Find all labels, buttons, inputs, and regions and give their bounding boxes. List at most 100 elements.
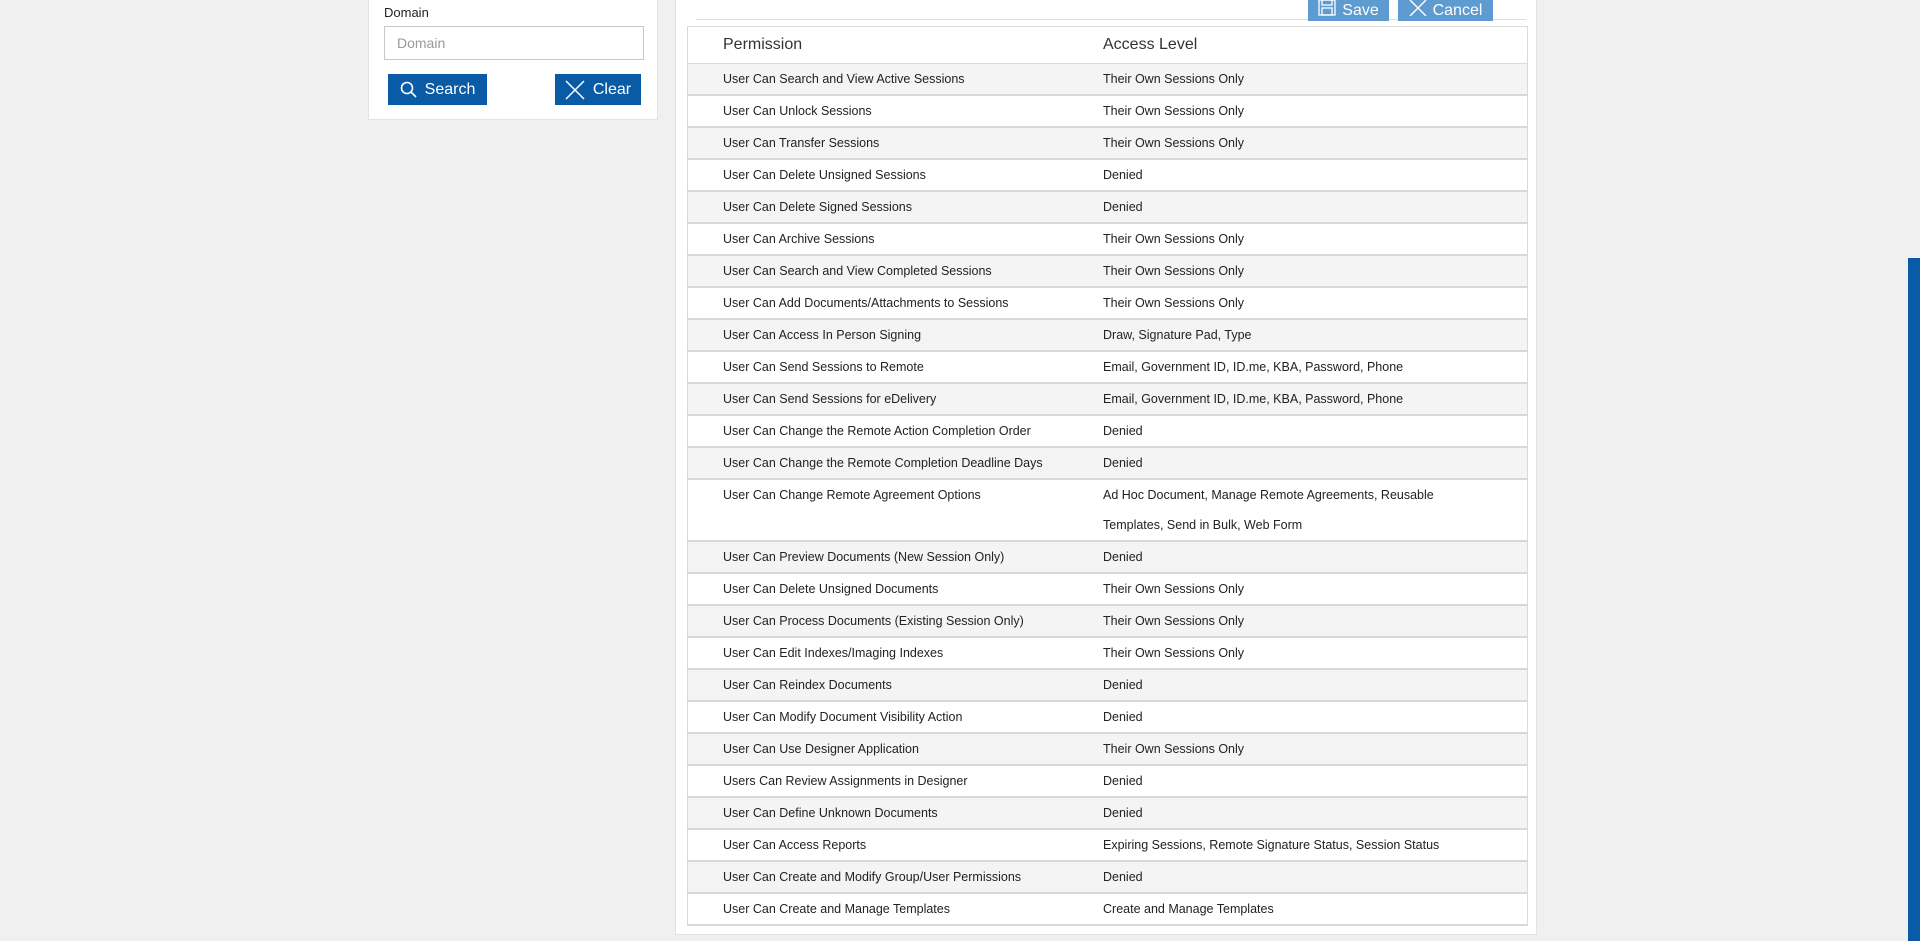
save-icon xyxy=(1318,0,1336,21)
table-row: User Can Archive Sessions Their Own Sessi… xyxy=(687,223,1528,256)
table-row: User Can Transfer Sessions Their Own Sess… xyxy=(687,127,1528,160)
table-row: User Can Preview Documents (New Session … xyxy=(687,541,1528,574)
permission-cell: Users Can Review Assignments in Designer xyxy=(687,765,1088,798)
search-button-label: Search xyxy=(424,80,476,98)
permission-cell: User Can Define Unknown Documents xyxy=(687,797,1088,830)
close-icon xyxy=(1409,0,1427,21)
access-level-cell: Denied xyxy=(1088,415,1528,448)
access-level-cell: Their Own Sessions Only xyxy=(1088,127,1528,160)
save-button[interactable]: Save xyxy=(1308,0,1389,21)
access-level-cell: Email, Government ID, ID.me, KBA, Passwo… xyxy=(1088,351,1528,384)
access-level-cell: Denied xyxy=(1088,541,1528,574)
permission-column-header: Permission xyxy=(687,26,1088,64)
access-level-cell: Denied xyxy=(1088,159,1528,192)
access-level-cell: Email, Government ID, ID.me, KBA, Passwo… xyxy=(1088,383,1528,416)
permission-cell: User Can Transfer Sessions xyxy=(687,127,1088,160)
domain-input[interactable] xyxy=(384,26,644,60)
table-row: User Can Process Documents (Existing Ses… xyxy=(687,605,1528,638)
permissions-panel: Save Cancel Permission Access Level User… xyxy=(675,0,1537,935)
access-level-cell: Their Own Sessions Only xyxy=(1088,255,1528,288)
close-icon xyxy=(565,79,585,100)
permission-cell: User Can Reindex Documents xyxy=(687,669,1088,702)
permission-cell: User Can Access In Person Signing xyxy=(687,319,1088,352)
access-level-cell: Their Own Sessions Only xyxy=(1088,605,1528,638)
table-row: User Can Create and Modify Group/User Pe… xyxy=(687,861,1528,894)
scroll-indicator[interactable] xyxy=(1908,258,1920,941)
access-level-cell: Denied xyxy=(1088,447,1528,480)
table-row: User Can Add Documents/Attachments to Se… xyxy=(687,287,1528,320)
access-level-cell: Their Own Sessions Only xyxy=(1088,63,1528,96)
access-level-cell: Their Own Sessions Only xyxy=(1088,287,1528,320)
permission-cell: User Can Edit Indexes/Imaging Indexes xyxy=(687,637,1088,670)
permission-cell: User Can Search and View Completed Sessi… xyxy=(687,255,1088,288)
table-row: User Can Create and Manage Templates Crea… xyxy=(687,893,1528,926)
table-row: User Can Change the Remote Action Comple… xyxy=(687,415,1528,448)
search-panel: Domain Search Clear xyxy=(368,0,658,120)
permission-cell: User Can Delete Signed Sessions xyxy=(687,191,1088,224)
clear-button-label: Clear xyxy=(592,80,632,98)
permission-cell: User Can Search and View Active Sessions xyxy=(687,63,1088,96)
permission-cell: User Can Send Sessions to Remote xyxy=(687,351,1088,384)
access-level-cell: Denied xyxy=(1088,765,1528,798)
access-level-cell: Denied xyxy=(1088,669,1528,702)
permission-cell: User Can Create and Manage Templates xyxy=(687,893,1088,926)
permission-cell: User Can Modify Document Visibility Acti… xyxy=(687,701,1088,734)
table-row: User Can Search and View Active Sessions… xyxy=(687,63,1528,96)
cancel-button[interactable]: Cancel xyxy=(1398,0,1493,21)
permission-cell: User Can Change Remote Agreement Options xyxy=(687,479,1088,542)
save-button-label: Save xyxy=(1342,1,1379,19)
access-level-column-header: Access Level xyxy=(1088,26,1528,64)
access-level-cell: Their Own Sessions Only xyxy=(1088,95,1528,128)
table-row: User Can Delete Unsigned Documents Their … xyxy=(687,573,1528,606)
permission-cell: User Can Delete Unsigned Documents xyxy=(687,573,1088,606)
table-row: User Can Use Designer Application Their O… xyxy=(687,733,1528,766)
table-row: User Can Define Unknown Documents Denied xyxy=(687,797,1528,830)
table-row: User Can Delete Signed Sessions Denied xyxy=(687,191,1528,224)
access-level-cell: Denied xyxy=(1088,861,1528,894)
table-row: User Can Send Sessions for eDelivery Emai… xyxy=(687,383,1528,416)
permission-cell: User Can Access Reports xyxy=(687,829,1088,862)
permission-cell: User Can Process Documents (Existing Ses… xyxy=(687,605,1088,638)
access-level-cell: Denied xyxy=(1088,701,1528,734)
search-button[interactable]: Search xyxy=(388,74,487,105)
clear-button[interactable]: Clear xyxy=(555,74,641,105)
table-row: User Can Access In Person Signing Draw, S… xyxy=(687,319,1528,352)
permission-cell: User Can Unlock Sessions xyxy=(687,95,1088,128)
permission-cell: User Can Add Documents/Attachments to Se… xyxy=(687,287,1088,320)
permission-cell: User Can Change the Remote Action Comple… xyxy=(687,415,1088,448)
permissions-table: Permission Access Level User Can Search … xyxy=(687,26,1528,926)
permission-cell: User Can Change the Remote Completion De… xyxy=(687,447,1088,480)
access-level-cell: Their Own Sessions Only xyxy=(1088,733,1528,766)
table-row: User Can Access Reports Expiring Sessions… xyxy=(687,829,1528,862)
table-row: User Can Delete Unsigned Sessions Denied xyxy=(687,159,1528,192)
table-row: User Can Edit Indexes/Imaging Indexes The… xyxy=(687,637,1528,670)
permission-cell: User Can Archive Sessions xyxy=(687,223,1088,256)
table-row: Users Can Review Assignments in Designer… xyxy=(687,765,1528,798)
cancel-button-label: Cancel xyxy=(1432,1,1483,19)
permission-cell: User Can Send Sessions for eDelivery xyxy=(687,383,1088,416)
table-row: User Can Search and View Completed Sessi… xyxy=(687,255,1528,288)
access-level-cell: Ad Hoc Document, Manage Remote Agreement… xyxy=(1088,479,1528,542)
table-body: User Can Search and View Active Sessions… xyxy=(687,63,1528,926)
access-level-cell: Create and Manage Templates xyxy=(1088,893,1528,926)
domain-label: Domain xyxy=(384,5,429,20)
table-row: User Can Modify Document Visibility Acti… xyxy=(687,701,1528,734)
table-row: User Can Change the Remote Completion De… xyxy=(687,447,1528,480)
permission-cell: User Can Create and Modify Group/User Pe… xyxy=(687,861,1088,894)
table-row: User Can Reindex Documents Denied xyxy=(687,669,1528,702)
access-level-cell: Their Own Sessions Only xyxy=(1088,223,1528,256)
access-level-cell: Draw, Signature Pad, Type xyxy=(1088,319,1528,352)
table-header-row: Permission Access Level xyxy=(687,26,1528,64)
table-row: User Can Change Remote Agreement Options… xyxy=(687,479,1528,542)
table-row: User Can Unlock Sessions Their Own Sessio… xyxy=(687,95,1528,128)
search-icon xyxy=(400,81,417,98)
access-level-cell: Expiring Sessions, Remote Signature Stat… xyxy=(1088,829,1528,862)
permission-cell: User Can Use Designer Application xyxy=(687,733,1088,766)
access-level-cell: Their Own Sessions Only xyxy=(1088,573,1528,606)
permission-cell: User Can Delete Unsigned Sessions xyxy=(687,159,1088,192)
permission-cell: User Can Preview Documents (New Session … xyxy=(687,541,1088,574)
access-level-cell: Their Own Sessions Only xyxy=(1088,637,1528,670)
access-level-cell: Denied xyxy=(1088,797,1528,830)
table-row: User Can Send Sessions to Remote Email, G… xyxy=(687,351,1528,384)
access-level-cell: Denied xyxy=(1088,191,1528,224)
